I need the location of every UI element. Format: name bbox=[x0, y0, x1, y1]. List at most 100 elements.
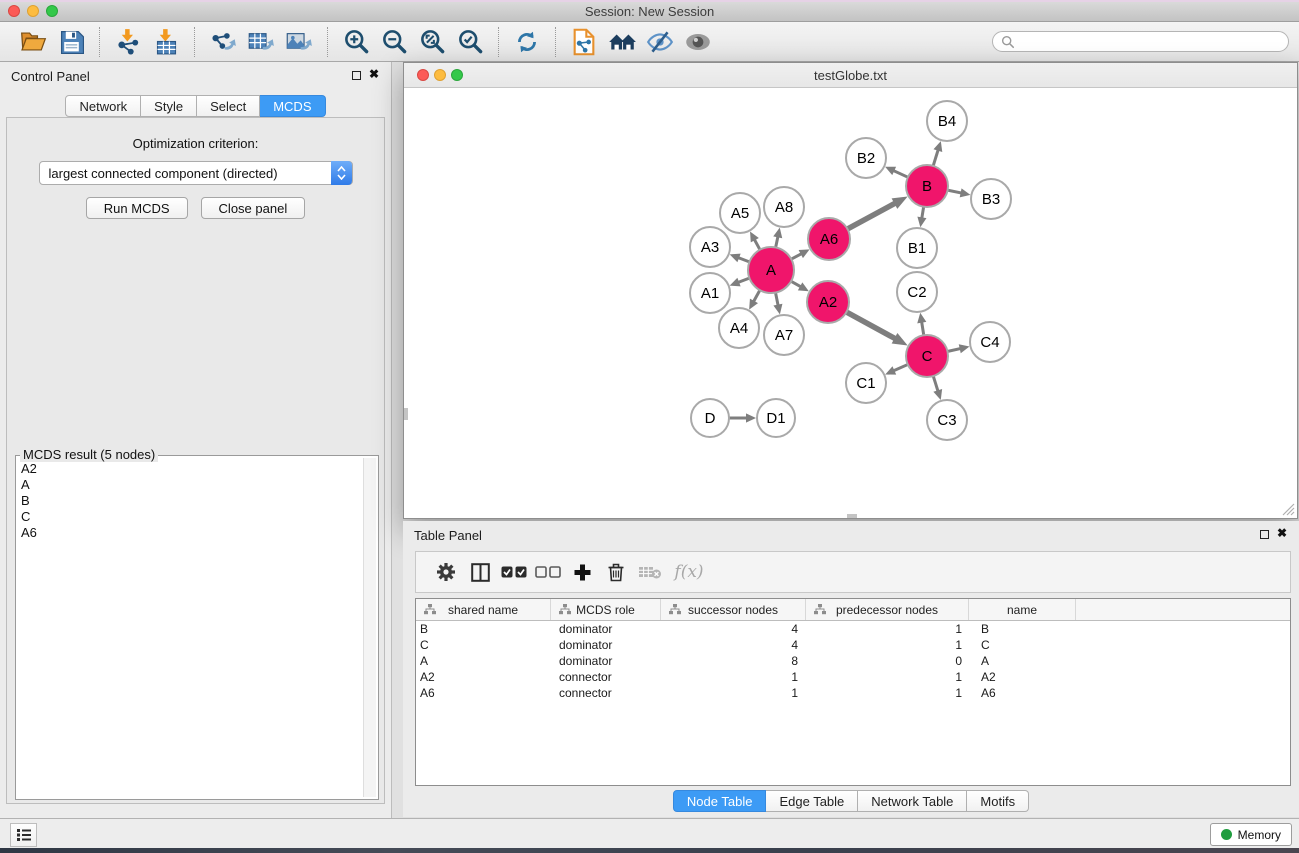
result-item-b[interactable]: B bbox=[18, 493, 363, 509]
cell-MCDS-role[interactable]: connector bbox=[551, 669, 661, 685]
tab-motifs[interactable]: Motifs bbox=[967, 790, 1029, 812]
hide-graphics-details-button[interactable] bbox=[645, 27, 675, 57]
cell-shared-name[interactable]: A6 bbox=[416, 685, 551, 701]
import-network-button[interactable] bbox=[113, 27, 143, 57]
cell-name[interactable]: C bbox=[969, 637, 1076, 653]
toolbar-search[interactable] bbox=[992, 31, 1289, 52]
export-image-button[interactable] bbox=[284, 27, 314, 57]
search-input[interactable] bbox=[1020, 35, 1280, 49]
network-document-button[interactable] bbox=[569, 27, 599, 57]
result-item-a6[interactable]: A6 bbox=[18, 525, 363, 541]
cell-shared-name[interactable]: B bbox=[416, 621, 551, 637]
table-row-a6[interactable]: A6connector11A6 bbox=[416, 685, 1290, 701]
mcds-result-list[interactable]: A2ABCA6 bbox=[18, 458, 363, 797]
edge-B-B2[interactable] bbox=[891, 170, 909, 178]
cell-shared-name[interactable]: A2 bbox=[416, 669, 551, 685]
table-row-a[interactable]: Adominator80A bbox=[416, 653, 1290, 669]
cell-predecessor-nodes[interactable]: 1 bbox=[806, 669, 969, 685]
result-scrollbar[interactable] bbox=[363, 458, 376, 797]
cell-successor-nodes[interactable]: 4 bbox=[661, 637, 806, 653]
column-header-predecessor-nodes[interactable]: predecessor nodes bbox=[806, 599, 969, 620]
network-window-titlebar[interactable]: testGlobe.txt bbox=[404, 63, 1297, 88]
deselect-all-button[interactable] bbox=[531, 566, 565, 578]
network-canvas[interactable]: B4B2BB3A5A8A6A3AB1A1C2A4A7A2CC4C1C3DD1 bbox=[404, 88, 1297, 518]
node-label-A3: A3 bbox=[701, 239, 719, 256]
zoom-fit-button[interactable] bbox=[417, 27, 447, 57]
table-row-b[interactable]: Bdominator41B bbox=[416, 621, 1290, 637]
tab-node-table[interactable]: Node Table bbox=[673, 790, 767, 812]
cell-successor-nodes[interactable]: 1 bbox=[661, 669, 806, 685]
arrowhead-B-B1 bbox=[917, 217, 926, 228]
zoom-selected-button[interactable] bbox=[455, 27, 485, 57]
resize-grip-icon[interactable] bbox=[1282, 503, 1295, 516]
edge-C-C3[interactable] bbox=[933, 374, 939, 393]
function-builder-button[interactable]: f(x) bbox=[667, 562, 711, 582]
cell-predecessor-nodes[interactable]: 0 bbox=[806, 653, 969, 669]
horizontal-scroll-thumb[interactable] bbox=[847, 514, 857, 518]
close-panel-icon[interactable]: ✖ bbox=[369, 67, 379, 81]
column-header-name[interactable]: name bbox=[969, 599, 1076, 620]
edge-B-B4[interactable] bbox=[933, 148, 939, 168]
node-label-A1: A1 bbox=[701, 285, 719, 302]
table-row-a2[interactable]: A2connector11A2 bbox=[416, 669, 1290, 685]
cell-shared-name[interactable]: A bbox=[416, 653, 551, 669]
optimization-select[interactable]: largest connected component (directed) bbox=[39, 161, 353, 185]
close-table-panel-icon[interactable]: ✖ bbox=[1277, 526, 1287, 540]
network-graph[interactable]: B4B2BB3A5A8A6A3AB1A1C2A4A7A2CC4C1C3DD1 bbox=[404, 88, 1297, 518]
show-graphics-details-button[interactable] bbox=[683, 27, 713, 57]
trash-icon bbox=[607, 562, 625, 582]
result-item-c[interactable]: C bbox=[18, 509, 363, 525]
export-network-button[interactable] bbox=[208, 27, 238, 57]
result-item-a[interactable]: A bbox=[18, 477, 363, 493]
float-panel-icon[interactable] bbox=[352, 71, 361, 80]
float-table-panel-icon[interactable] bbox=[1260, 530, 1269, 539]
cell-name[interactable]: A bbox=[969, 653, 1076, 669]
cell-predecessor-nodes[interactable]: 1 bbox=[806, 685, 969, 701]
cell-successor-nodes[interactable]: 1 bbox=[661, 685, 806, 701]
task-history-button[interactable] bbox=[10, 823, 37, 847]
result-item-a2[interactable]: A2 bbox=[18, 461, 363, 477]
cell-MCDS-role[interactable]: dominator bbox=[551, 637, 661, 653]
save-session-button[interactable] bbox=[56, 27, 86, 57]
cell-MCDS-role[interactable]: dominator bbox=[551, 621, 661, 637]
edge-A2-C[interactable] bbox=[845, 311, 897, 340]
vertical-scroll-thumb[interactable] bbox=[404, 408, 408, 420]
cell-name[interactable]: A2 bbox=[969, 669, 1076, 685]
cell-successor-nodes[interactable]: 4 bbox=[661, 621, 806, 637]
cell-MCDS-role[interactable]: connector bbox=[551, 685, 661, 701]
zoom-out-button[interactable] bbox=[379, 27, 409, 57]
zoom-in-button[interactable] bbox=[341, 27, 371, 57]
open-session-button[interactable] bbox=[18, 27, 48, 57]
tab-mcds[interactable]: MCDS bbox=[260, 95, 325, 117]
add-row-button[interactable] bbox=[565, 563, 599, 582]
export-table-button[interactable] bbox=[246, 27, 276, 57]
cell-name[interactable]: B bbox=[969, 621, 1076, 637]
delete-row-button[interactable] bbox=[599, 562, 633, 582]
column-header-successor-nodes[interactable]: successor nodes bbox=[661, 599, 806, 620]
close-panel-button[interactable]: Close panel bbox=[201, 197, 306, 219]
column-header-shared-name[interactable]: shared name bbox=[416, 599, 551, 620]
cell-shared-name[interactable]: C bbox=[416, 637, 551, 653]
column-layout-button[interactable] bbox=[463, 563, 497, 582]
tab-select[interactable]: Select bbox=[197, 95, 260, 117]
import-table-button[interactable] bbox=[151, 27, 181, 57]
cell-name[interactable]: A6 bbox=[969, 685, 1076, 701]
cell-successor-nodes[interactable]: 8 bbox=[661, 653, 806, 669]
edge-A6-B[interactable] bbox=[846, 202, 897, 230]
cell-predecessor-nodes[interactable]: 1 bbox=[806, 621, 969, 637]
delete-table-button[interactable] bbox=[633, 564, 667, 580]
column-header-MCDS-role[interactable]: MCDS role bbox=[551, 599, 661, 620]
tab-edge-table[interactable]: Edge Table bbox=[766, 790, 858, 812]
column-settings-button[interactable] bbox=[429, 562, 463, 582]
tab-network-table[interactable]: Network Table bbox=[858, 790, 967, 812]
cell-MCDS-role[interactable]: dominator bbox=[551, 653, 661, 669]
tab-network[interactable]: Network bbox=[65, 95, 141, 117]
home-button[interactable] bbox=[607, 27, 637, 57]
memory-button[interactable]: Memory bbox=[1210, 823, 1292, 846]
cell-predecessor-nodes[interactable]: 1 bbox=[806, 637, 969, 653]
refresh-button[interactable] bbox=[512, 27, 542, 57]
select-all-button[interactable] bbox=[497, 566, 531, 578]
table-row-c[interactable]: Cdominator41C bbox=[416, 637, 1290, 653]
run-mcds-button[interactable]: Run MCDS bbox=[86, 197, 188, 219]
tab-style[interactable]: Style bbox=[141, 95, 197, 117]
